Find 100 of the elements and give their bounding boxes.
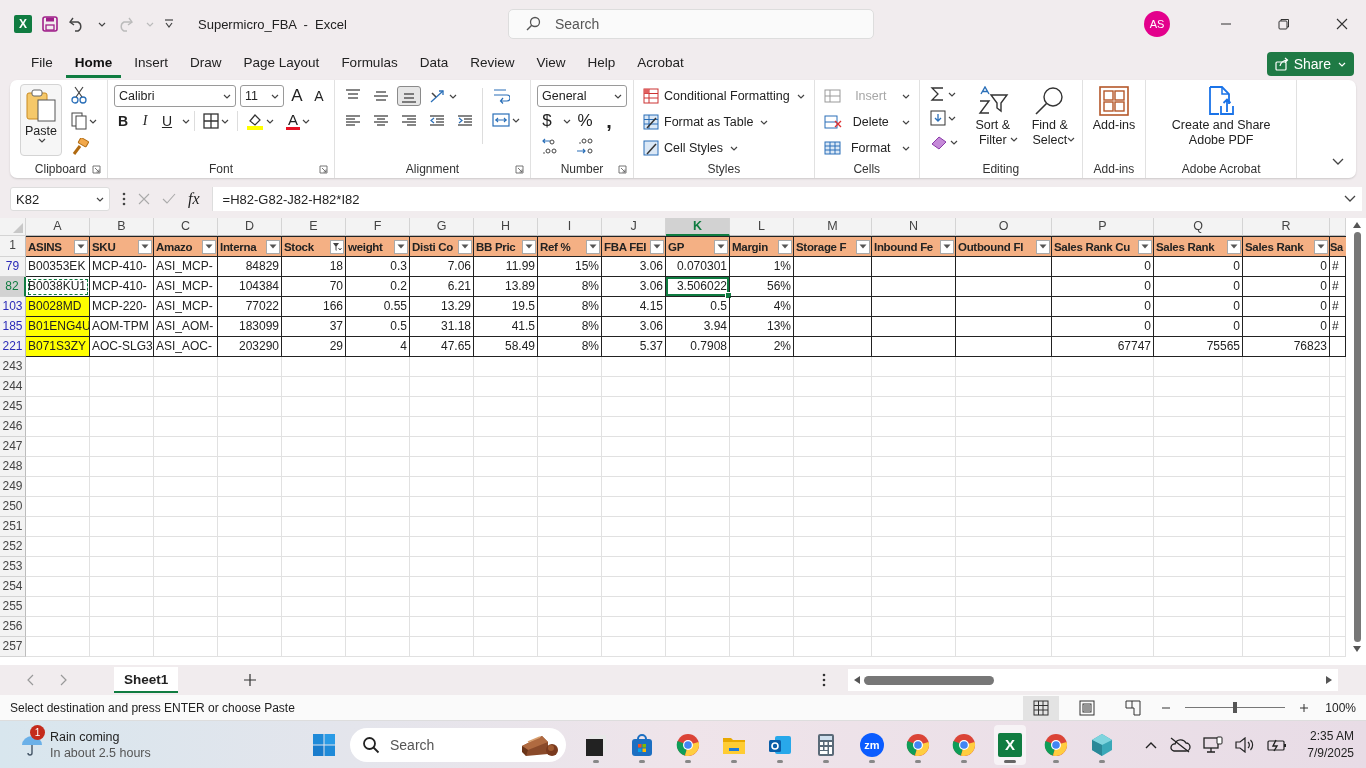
caret-icon[interactable] xyxy=(614,93,622,99)
table-cell[interactable]: 29 xyxy=(282,337,346,357)
select-all-icon[interactable] xyxy=(13,223,23,233)
filter-button[interactable] xyxy=(586,239,600,254)
caret-icon[interactable] xyxy=(563,118,571,124)
empty-cell[interactable] xyxy=(956,257,1052,277)
align-left-icon[interactable] xyxy=(345,113,361,129)
format-painter-icon[interactable] xyxy=(71,138,89,156)
horizontal-scrollbar[interactable] xyxy=(848,669,1338,691)
column-header[interactable]: P xyxy=(1052,218,1154,236)
table-cell[interactable]: 76823 xyxy=(1243,337,1330,357)
table-cell[interactable]: 0 xyxy=(1243,257,1330,277)
filter-button[interactable] xyxy=(1036,239,1050,254)
table-cell[interactable]: 0 xyxy=(1154,257,1243,277)
column-header[interactable]: L xyxy=(730,218,794,236)
empty-cell[interactable] xyxy=(956,297,1052,317)
filter-button[interactable] xyxy=(714,239,728,254)
table-cell[interactable]: # xyxy=(1330,257,1346,277)
caret-icon[interactable] xyxy=(89,118,97,124)
filter-button[interactable] xyxy=(1227,239,1241,254)
borders-icon[interactable] xyxy=(203,113,219,129)
table-cell[interactable]: 2% xyxy=(730,337,794,357)
styles-menu-button[interactable]: Cell Styles xyxy=(640,136,808,160)
table-cell[interactable]: 0.5 xyxy=(666,297,730,317)
row-number[interactable]: 185 xyxy=(0,317,26,337)
table-cell[interactable]: 19.5 xyxy=(474,297,538,317)
table-cell[interactable]: # xyxy=(1330,297,1346,317)
menu-tab[interactable]: Formulas xyxy=(332,48,407,78)
table-cell[interactable]: 166 xyxy=(282,297,346,317)
table-cell[interactable]: 203290 xyxy=(218,337,282,357)
column-header[interactable]: M xyxy=(794,218,872,236)
row-number[interactable]: 103 xyxy=(0,297,26,317)
row-number[interactable]: 221 xyxy=(0,337,26,357)
table-cell[interactable]: ASI_MCP- xyxy=(154,257,218,277)
create-pdf-button[interactable]: Create and Share Adobe PDF xyxy=(1152,84,1291,150)
filter-button[interactable] xyxy=(778,239,792,254)
search-field[interactable]: Search xyxy=(508,9,874,39)
add-ins-button[interactable]: Add-ins xyxy=(1088,84,1140,135)
table-cell[interactable]: 84829 xyxy=(218,257,282,277)
table-cell[interactable]: 56% xyxy=(730,277,794,297)
table-cell[interactable]: 4% xyxy=(730,297,794,317)
caret-icon[interactable] xyxy=(760,119,769,125)
empty-cell[interactable] xyxy=(872,337,956,357)
table-cell[interactable]: 0 xyxy=(1243,317,1330,337)
table-cell[interactable]: 13.89 xyxy=(474,277,538,297)
row-number[interactable]: 244 xyxy=(0,377,26,397)
column-header[interactable]: E xyxy=(282,218,346,236)
empty-cell[interactable] xyxy=(1330,337,1346,357)
table-cell[interactable]: B00353EK xyxy=(26,257,90,277)
empty-cell[interactable] xyxy=(872,257,956,277)
table-cell[interactable]: 0 xyxy=(1154,277,1243,297)
caret-icon[interactable] xyxy=(796,93,805,99)
caret-icon[interactable] xyxy=(302,118,310,124)
row-number[interactable]: 243 xyxy=(0,357,26,377)
empty-cell[interactable] xyxy=(872,317,956,337)
empty-cell[interactable] xyxy=(794,337,872,357)
clock-date[interactable]: 7/9/2025 xyxy=(1307,744,1354,762)
menu-tab[interactable]: Draw xyxy=(181,48,231,78)
menu-tab[interactable]: Insert xyxy=(125,48,178,78)
caret-icon[interactable] xyxy=(271,93,279,99)
caret-icon[interactable] xyxy=(901,145,910,151)
empty-cell[interactable] xyxy=(956,337,1052,357)
empty-cell[interactable] xyxy=(794,257,872,277)
table-cell[interactable]: 47.65 xyxy=(410,337,474,357)
menu-tab[interactable]: Acrobat xyxy=(628,48,693,78)
table-cell[interactable]: ASI_MCP- xyxy=(154,297,218,317)
table-cell[interactable]: 13.29 xyxy=(410,297,474,317)
table-cell[interactable]: 3.506022 xyxy=(666,277,730,297)
orientation-icon[interactable] xyxy=(429,88,447,104)
filter-button[interactable] xyxy=(1138,239,1152,254)
table-cell[interactable]: 41.5 xyxy=(474,317,538,337)
row-number[interactable]: 257 xyxy=(0,637,26,657)
filter-button[interactable] xyxy=(202,239,216,254)
filter-button[interactable] xyxy=(138,239,152,254)
table-cell[interactable]: 0.7908 xyxy=(666,337,730,357)
caret-icon[interactable] xyxy=(949,139,958,145)
empty-cell[interactable] xyxy=(794,317,872,337)
empty-cell[interactable] xyxy=(956,277,1052,297)
underline-button[interactable]: U xyxy=(158,110,176,132)
row-number[interactable]: 249 xyxy=(0,477,26,497)
cells-menu-button[interactable]: Delete xyxy=(820,110,913,134)
previous-sheet-icon[interactable] xyxy=(26,674,34,686)
column-header[interactable]: R xyxy=(1243,218,1330,236)
table-cell[interactable]: # xyxy=(1330,277,1346,297)
collapse-ribbon-icon[interactable] xyxy=(1332,158,1344,166)
table-cell[interactable]: 3.06 xyxy=(602,277,666,297)
volume-icon[interactable] xyxy=(1235,736,1256,753)
formula-field[interactable]: =H82-G82-J82-H82*I82 xyxy=(211,187,1362,211)
table-cell[interactable]: 8% xyxy=(538,297,602,317)
table-cell[interactable]: 0.070301 xyxy=(666,257,730,277)
table-cell[interactable]: 0 xyxy=(1052,297,1154,317)
eraser-icon[interactable] xyxy=(929,134,948,150)
table-cell[interactable]: MCP-410- xyxy=(90,277,154,297)
table-cell[interactable]: 8% xyxy=(538,317,602,337)
menu-tab[interactable]: Help xyxy=(578,48,625,78)
currency-button[interactable]: $ xyxy=(537,110,557,132)
empty-cell[interactable] xyxy=(794,277,872,297)
filter-button[interactable] xyxy=(856,239,870,254)
dialog-launcher-icon[interactable] xyxy=(618,165,627,174)
table-cell[interactable]: 18 xyxy=(282,257,346,277)
